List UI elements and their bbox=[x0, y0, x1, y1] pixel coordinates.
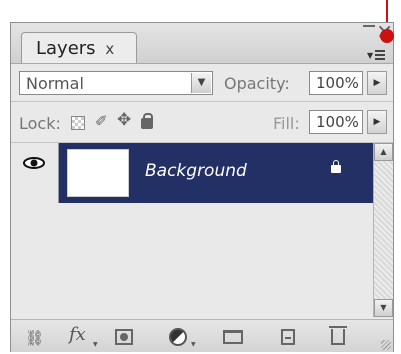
minimize-icon[interactable] bbox=[363, 25, 375, 27]
dropdown-arrow-icon[interactable]: ▼ bbox=[191, 73, 211, 93]
scroll-up-arrow-icon[interactable]: ▲ bbox=[374, 143, 393, 161]
opacity-label: Opacity: bbox=[224, 74, 290, 93]
panel-bottom-toolbar: ⛓ fx ▼ ▼ bbox=[11, 319, 393, 352]
layers-tab[interactable]: Layers x bbox=[21, 32, 137, 63]
lock-all-icon[interactable] bbox=[141, 113, 153, 129]
fx-menu-arrow-icon: ▼ bbox=[93, 341, 98, 348]
layers-panel: Layers x × ▼ Normal ▼ Opacity: 100% ▶ Lo… bbox=[10, 19, 394, 352]
lock-label: Lock: bbox=[19, 114, 61, 133]
resize-grip-icon[interactable] bbox=[381, 340, 391, 350]
panel-tab-bar: Layers x × ▼ bbox=[11, 19, 393, 64]
scroll-down-arrow-icon[interactable]: ▼ bbox=[374, 299, 393, 317]
layer-thumbnail[interactable] bbox=[67, 149, 129, 197]
new-layer-icon[interactable] bbox=[281, 329, 295, 345]
layer-mask-icon[interactable] bbox=[115, 329, 133, 345]
annotation-dot bbox=[380, 29, 394, 43]
new-group-icon[interactable] bbox=[223, 330, 243, 344]
lock-icon bbox=[331, 160, 341, 173]
eye-icon bbox=[23, 157, 45, 169]
layer-name[interactable]: Background bbox=[145, 161, 247, 181]
menu-lines-icon bbox=[375, 50, 385, 60]
opacity-slider-arrow-icon[interactable]: ▶ bbox=[367, 71, 387, 95]
blend-mode-value: Normal bbox=[26, 74, 84, 93]
fill-slider-arrow-icon[interactable]: ▶ bbox=[367, 110, 387, 134]
fill-field[interactable]: 100% bbox=[309, 110, 363, 134]
visibility-toggle[interactable] bbox=[11, 143, 59, 203]
lock-fill-row: Lock: ✐ ✥ Fill: 100% ▶ bbox=[11, 102, 393, 143]
menu-arrow-icon: ▼ bbox=[367, 51, 374, 60]
layers-tab-label: Layers bbox=[36, 38, 96, 59]
lock-transparent-pixels-icon[interactable] bbox=[71, 116, 85, 130]
lock-image-pixels-icon[interactable]: ✐ bbox=[95, 112, 108, 130]
opacity-field[interactable]: 100% bbox=[309, 71, 363, 95]
link-layers-icon[interactable]: ⛓ bbox=[25, 329, 44, 347]
panel-menu-button[interactable]: ▼ bbox=[367, 48, 387, 62]
layers-list: Background ▲ ▼ bbox=[11, 143, 393, 317]
tab-close-icon[interactable]: x bbox=[105, 40, 114, 58]
fill-label: Fill: bbox=[273, 114, 300, 133]
blend-opacity-row: Normal ▼ Opacity: 100% ▶ bbox=[11, 63, 393, 102]
fx-icon[interactable]: fx bbox=[69, 324, 86, 345]
blend-mode-select[interactable]: Normal ▼ bbox=[19, 71, 213, 95]
adjustment-menu-arrow-icon: ▼ bbox=[191, 341, 196, 348]
layers-scrollbar[interactable]: ▲ ▼ bbox=[373, 143, 393, 317]
trash-icon[interactable] bbox=[329, 326, 347, 345]
layer-row[interactable]: Background bbox=[11, 143, 373, 203]
lock-position-icon[interactable]: ✥ bbox=[117, 110, 131, 130]
adjustment-layer-icon[interactable] bbox=[169, 328, 187, 346]
